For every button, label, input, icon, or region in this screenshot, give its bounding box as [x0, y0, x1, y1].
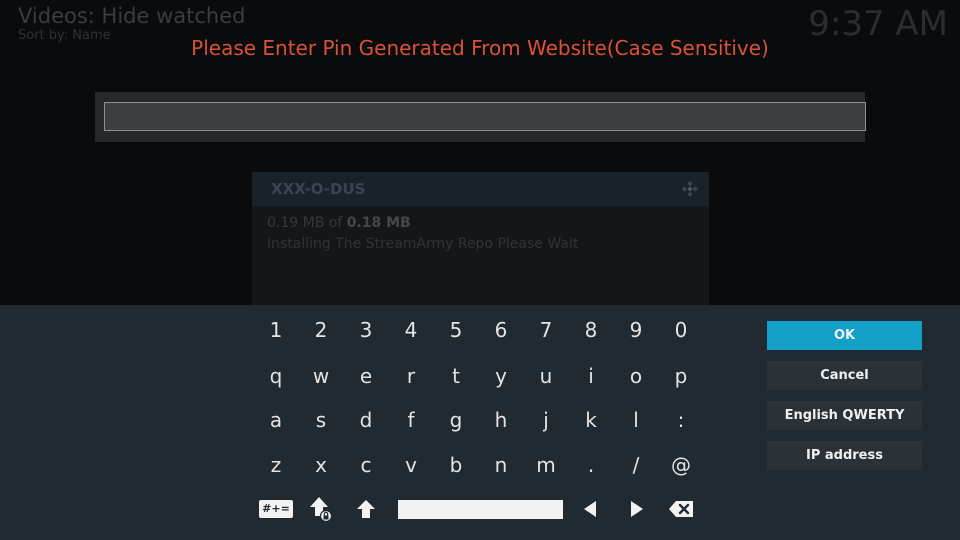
- space-bar-key[interactable]: [398, 500, 563, 519]
- background-progress-dialog: XXX-O-DUS 0.19 MB of 0.18 MB Installing …: [252, 172, 709, 312]
- background-window-title: Videos: Hide watched: [18, 4, 246, 28]
- key-0[interactable]: 0: [661, 311, 701, 349]
- left-arrow-icon: [584, 501, 596, 517]
- key-5[interactable]: 5: [436, 311, 476, 349]
- key-t[interactable]: t: [436, 357, 476, 395]
- pin-prompt-heading: Please Enter Pin Generated From Website(…: [191, 36, 769, 60]
- key-i[interactable]: i: [571, 357, 611, 395]
- key-j[interactable]: j: [526, 401, 566, 439]
- key-1[interactable]: 1: [256, 311, 296, 349]
- key-r[interactable]: r: [391, 357, 431, 395]
- background-size-total: 0.18 MB: [346, 215, 411, 231]
- key-n[interactable]: n: [481, 446, 521, 484]
- key-8[interactable]: 8: [571, 311, 611, 349]
- key-a[interactable]: a: [256, 401, 296, 439]
- key-z[interactable]: z: [256, 446, 296, 484]
- key-4[interactable]: 4: [391, 311, 431, 349]
- key-l[interactable]: l: [616, 401, 656, 439]
- key-v[interactable]: v: [391, 446, 431, 484]
- background-size-done: 0.19 MB of: [267, 215, 347, 231]
- key-f[interactable]: f: [391, 401, 431, 439]
- background-dialog-title: XXX-O-DUS: [271, 180, 366, 198]
- key-w[interactable]: w: [301, 357, 341, 395]
- shift-icon: [357, 500, 375, 518]
- key-3[interactable]: 3: [346, 311, 386, 349]
- key-9[interactable]: 9: [616, 311, 656, 349]
- key-d[interactable]: d: [346, 401, 386, 439]
- key-o[interactable]: o: [616, 357, 656, 395]
- key-7[interactable]: 7: [526, 311, 566, 349]
- key-c[interactable]: c: [346, 446, 386, 484]
- ok-button[interactable]: OK: [767, 321, 922, 350]
- cursor-left-key[interactable]: [570, 490, 610, 528]
- symbols-key[interactable]: #+=: [256, 490, 296, 528]
- key-6[interactable]: 6: [481, 311, 521, 349]
- keyboard-layout-button[interactable]: English QWERTY: [767, 401, 922, 430]
- key-y[interactable]: y: [481, 357, 521, 395]
- pin-input[interactable]: [104, 102, 866, 131]
- right-arrow-icon: [631, 501, 643, 517]
- background-dialog-message: Installing The StreamArmy Repo Please Wa…: [267, 236, 579, 252]
- key-at[interactable]: @: [661, 446, 701, 484]
- key-g[interactable]: g: [436, 401, 476, 439]
- text-input-frame: [95, 92, 866, 142]
- backspace-key[interactable]: [661, 490, 701, 528]
- kodi-logo-icon: [681, 180, 699, 198]
- key-q[interactable]: q: [256, 357, 296, 395]
- ip-address-button[interactable]: IP address: [767, 441, 922, 470]
- background-dialog-header: XXX-O-DUS: [252, 172, 709, 206]
- caps-lock-icon: [310, 497, 333, 522]
- key-u[interactable]: u: [526, 357, 566, 395]
- shift-key[interactable]: [346, 490, 386, 528]
- key-colon[interactable]: :: [661, 401, 701, 439]
- background-dialog-size: 0.19 MB of 0.18 MB: [267, 215, 411, 231]
- key-p[interactable]: p: [661, 357, 701, 395]
- key-slash[interactable]: /: [616, 446, 656, 484]
- cancel-button[interactable]: Cancel: [767, 361, 922, 390]
- key-x[interactable]: x: [301, 446, 341, 484]
- key-e[interactable]: e: [346, 357, 386, 395]
- caps-lock-key[interactable]: [301, 490, 341, 528]
- symbols-icon: #+=: [259, 500, 293, 518]
- backspace-icon: [669, 501, 693, 517]
- key-k[interactable]: k: [571, 401, 611, 439]
- cursor-right-key[interactable]: [617, 490, 657, 528]
- key-period[interactable]: .: [571, 446, 611, 484]
- key-m[interactable]: m: [526, 446, 566, 484]
- key-2[interactable]: 2: [301, 311, 341, 349]
- key-b[interactable]: b: [436, 446, 476, 484]
- key-s[interactable]: s: [301, 401, 341, 439]
- key-h[interactable]: h: [481, 401, 521, 439]
